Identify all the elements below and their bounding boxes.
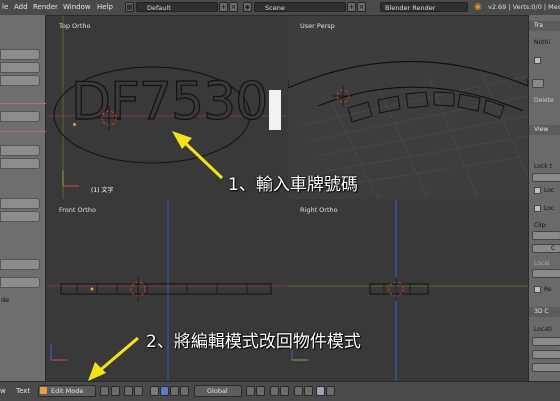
lock-label: Lock t bbox=[534, 163, 552, 170]
annotation-step-2: 2、將編輯模式改回物件模式 bbox=[146, 332, 361, 352]
scene-icon[interactable]: ◈ bbox=[243, 2, 252, 12]
tool-button[interactable] bbox=[0, 277, 40, 288]
panel-title-cursor: 3D C bbox=[534, 308, 549, 315]
scene-field[interactable]: Scene bbox=[254, 2, 346, 12]
local-camera-field[interactable] bbox=[532, 269, 560, 278]
tool-button[interactable] bbox=[0, 75, 40, 86]
delete-button[interactable]: Delete bbox=[534, 97, 554, 104]
object-origin bbox=[73, 123, 76, 126]
blender-logo-icon: ◉ bbox=[474, 2, 482, 12]
remove-layout-button[interactable]: × bbox=[229, 2, 238, 12]
viewport-right-ortho[interactable]: Right Ortho bbox=[288, 200, 528, 381]
viewport-title: Right Ortho bbox=[300, 206, 338, 214]
edit-mode-icon bbox=[40, 387, 47, 394]
viewport-shading-icon[interactable] bbox=[100, 386, 109, 396]
screen-layout-field[interactable]: Default bbox=[136, 2, 218, 12]
front-view-scene bbox=[47, 200, 287, 381]
transform-orientation-select[interactable]: Global bbox=[194, 385, 242, 397]
render-border-checkbox[interactable] bbox=[534, 286, 541, 293]
nothing-selected-label: Nothi bbox=[534, 39, 550, 46]
viewport-title: Top Ortho bbox=[59, 22, 91, 30]
top-info-bar: le Add Render Window Help ▦ Default + × … bbox=[0, 0, 560, 16]
panel-title-transform: Tra bbox=[534, 22, 543, 29]
viewport-object-label: (1) 文字 bbox=[91, 187, 114, 194]
pivot-point-icon[interactable] bbox=[124, 386, 133, 396]
properties-panel: Tra Nothi Delete View Lock t Loc Loc Cli… bbox=[528, 15, 560, 381]
screen-layout-icon[interactable]: ▦ bbox=[125, 2, 134, 12]
proportional-edit-icon[interactable] bbox=[280, 386, 289, 396]
text-cursor bbox=[269, 90, 281, 130]
tool-button[interactable] bbox=[0, 145, 40, 156]
cursor-x-field[interactable] bbox=[532, 337, 560, 346]
clip-end-value: C bbox=[551, 245, 556, 252]
lock-camera-label: Loc bbox=[544, 205, 555, 212]
cursor-z-field[interactable] bbox=[532, 363, 560, 372]
annotation-step-1: 1、輸入車牌號碼 bbox=[228, 175, 358, 195]
add-layout-button[interactable]: + bbox=[219, 2, 228, 12]
cursor-y-field[interactable] bbox=[532, 350, 560, 359]
translate-manipulator-icon[interactable] bbox=[160, 386, 169, 396]
lock-location-label: Loc bbox=[544, 187, 555, 194]
menu-render[interactable]: Render bbox=[33, 3, 58, 11]
tool-button[interactable] bbox=[0, 211, 40, 222]
render-engine-select[interactable]: Blender Render bbox=[380, 2, 468, 12]
menu-file[interactable]: le bbox=[2, 3, 8, 11]
mode-select-label: Edit Mode bbox=[51, 387, 84, 395]
clip-end-field[interactable] bbox=[532, 244, 560, 253]
dropdown-icon[interactable] bbox=[111, 386, 120, 396]
tool-shelf: de bbox=[0, 15, 46, 381]
scene-statistics: v2.69 | Verts:0/0 | Mesh bbox=[488, 3, 560, 11]
tool-button[interactable] bbox=[0, 259, 40, 270]
menu-text[interactable]: Text bbox=[16, 387, 30, 395]
scale-manipulator-icon[interactable] bbox=[180, 386, 189, 396]
right-view-scene bbox=[288, 200, 528, 381]
layer-button-icon[interactable] bbox=[246, 386, 255, 396]
menu-view[interactable]: w bbox=[0, 387, 6, 395]
manipulator-toggle-icon[interactable] bbox=[150, 386, 159, 396]
render-icon[interactable] bbox=[316, 386, 325, 396]
snap-element-icon[interactable] bbox=[304, 386, 313, 396]
cursor-location-label: Locati bbox=[534, 326, 552, 333]
panel-title-view: View bbox=[534, 126, 549, 133]
layer-button-icon[interactable] bbox=[270, 386, 279, 396]
lock-checkbox-1[interactable] bbox=[534, 187, 541, 194]
tool-button[interactable] bbox=[0, 49, 40, 60]
brush-icon[interactable] bbox=[532, 79, 544, 88]
remove-scene-button[interactable]: × bbox=[357, 2, 366, 12]
checkbox[interactable] bbox=[534, 57, 541, 64]
3d-view-header: w Text Edit Mode Global bbox=[0, 381, 560, 401]
tool-button[interactable] bbox=[0, 198, 40, 209]
layer-button-icon[interactable] bbox=[256, 386, 265, 396]
panel-divider bbox=[0, 131, 46, 132]
panel-divider bbox=[0, 103, 46, 104]
clip-label: Clip: bbox=[534, 222, 548, 229]
dropdown-icon[interactable] bbox=[134, 386, 143, 396]
tool-button[interactable] bbox=[0, 111, 40, 122]
menu-add[interactable]: Add bbox=[14, 3, 28, 11]
clip-start-field[interactable] bbox=[532, 231, 560, 240]
rotate-manipulator-icon[interactable] bbox=[170, 386, 179, 396]
tool-button[interactable] bbox=[0, 62, 40, 73]
menu-help[interactable]: Help bbox=[97, 3, 113, 11]
add-scene-button[interactable]: + bbox=[347, 2, 356, 12]
axis-gizmo-icon bbox=[62, 170, 79, 187]
local-camera-label: Local bbox=[534, 260, 550, 267]
render-anim-icon[interactable] bbox=[326, 386, 335, 396]
viewport-title: Front Ortho bbox=[59, 206, 96, 214]
snap-icon[interactable] bbox=[294, 386, 303, 396]
menu-window[interactable]: Window bbox=[63, 3, 91, 11]
lock-checkbox-2[interactable] bbox=[534, 205, 541, 212]
tool-button[interactable] bbox=[0, 158, 40, 169]
viewport-front-ortho[interactable]: Front Ortho bbox=[47, 200, 287, 381]
panel-label: de bbox=[1, 296, 10, 304]
render-border-label: Re bbox=[544, 286, 552, 293]
viewport-title: User Persp bbox=[300, 22, 335, 30]
lock-object-field[interactable] bbox=[532, 173, 560, 182]
transform-orientation-label: Global bbox=[207, 387, 228, 395]
3d-cursor-icon bbox=[97, 106, 121, 130]
